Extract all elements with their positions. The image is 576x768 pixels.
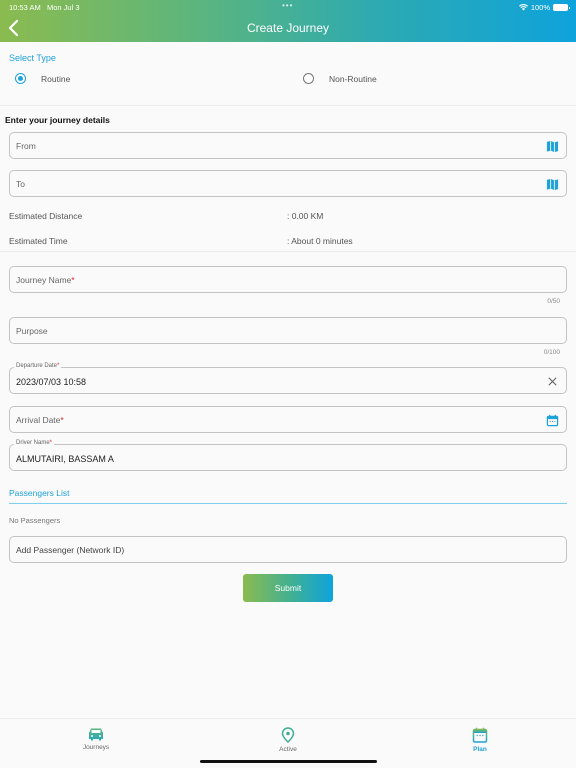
status-right: 100% xyxy=(518,3,570,12)
app-header: 10:53 AM Mon Jul 3 ••• 100% Create Journ… xyxy=(0,0,576,42)
purpose-field[interactable]: Purpose xyxy=(9,317,567,344)
estimated-time-value: : About 0 minutes xyxy=(287,236,353,246)
from-placeholder: From xyxy=(16,141,36,151)
select-type-label: Select Type xyxy=(9,53,56,63)
car-icon xyxy=(89,728,103,741)
clear-icon[interactable] xyxy=(546,375,559,388)
journey-details-heading: Enter your journey details xyxy=(5,115,110,125)
to-placeholder: To xyxy=(16,179,25,189)
estimated-distance-label: Estimated Distance xyxy=(9,211,83,221)
submit-button[interactable]: Submit xyxy=(243,574,333,602)
departure-date-label: Departure Date* xyxy=(14,363,62,369)
journey-name-field[interactable]: Journey Name* xyxy=(9,266,567,293)
no-passengers-text: No Passengers xyxy=(9,516,61,525)
tab-plan-label: Plan xyxy=(473,746,487,753)
wifi-icon xyxy=(518,4,528,11)
driver-name-value: ALMUTAIRI, BASSAM A xyxy=(16,454,114,464)
map-icon[interactable] xyxy=(546,178,559,191)
from-field[interactable]: From xyxy=(9,132,567,159)
arrival-date-field[interactable]: Arrival Date* xyxy=(9,406,567,433)
battery-percent: 100% xyxy=(530,3,550,12)
journey-name-placeholder: Journey Name* xyxy=(16,275,75,285)
departure-date-field[interactable]: Departure Date* 2023/07/03 10:58 xyxy=(9,363,567,394)
radio-selected-icon[interactable] xyxy=(15,73,26,84)
arrival-date-placeholder: Arrival Date* xyxy=(16,415,64,425)
driver-name-label: Driver Name* xyxy=(14,440,55,446)
estimated-distance-value: : 0.00 KM xyxy=(287,211,324,221)
divider xyxy=(0,105,576,106)
calendar-icon xyxy=(472,727,488,743)
location-pin-icon xyxy=(281,727,295,743)
radio-non-routine[interactable]: Non-Routine xyxy=(303,73,377,84)
radio-routine-label: Routine xyxy=(41,73,71,84)
multitask-dots[interactable]: ••• xyxy=(282,1,293,10)
purpose-placeholder: Purpose xyxy=(16,326,48,336)
radio-unselected-icon[interactable] xyxy=(303,73,314,84)
radio-non-routine-label: Non-Routine xyxy=(329,73,377,84)
driver-name-field[interactable]: Driver Name* ALMUTAIRI, BASSAM A xyxy=(9,440,567,471)
page-title: Create Journey xyxy=(246,21,330,35)
purpose-counter: 0/100 xyxy=(543,349,560,356)
passengers-divider xyxy=(9,503,567,504)
battery-icon xyxy=(553,4,570,11)
add-passenger-placeholder: Add Passenger (Network ID) xyxy=(16,545,125,555)
calendar-icon[interactable] xyxy=(546,414,559,427)
map-icon[interactable] xyxy=(546,140,559,153)
to-field[interactable]: To xyxy=(9,170,567,197)
journey-name-counter: 0/50 xyxy=(547,298,560,305)
tab-journeys[interactable]: Journeys xyxy=(56,727,136,751)
departure-date-value: 2023/07/03 10:58 xyxy=(16,377,87,387)
add-passenger-input[interactable]: Add Passenger (Network ID) xyxy=(9,536,567,563)
tab-plan[interactable]: Plan xyxy=(440,727,520,753)
status-time: 10:53 AM Mon Jul 3 xyxy=(9,3,80,12)
tab-active[interactable]: Active xyxy=(248,727,328,753)
divider xyxy=(0,251,576,252)
estimated-time-label: Estimated Time xyxy=(9,236,68,246)
home-indicator[interactable] xyxy=(200,760,377,763)
radio-routine[interactable]: Routine xyxy=(15,73,70,84)
passengers-list-label: Passengers List xyxy=(9,488,70,498)
tab-journeys-label: Journeys xyxy=(82,744,110,751)
tab-active-label: Active xyxy=(279,746,297,753)
